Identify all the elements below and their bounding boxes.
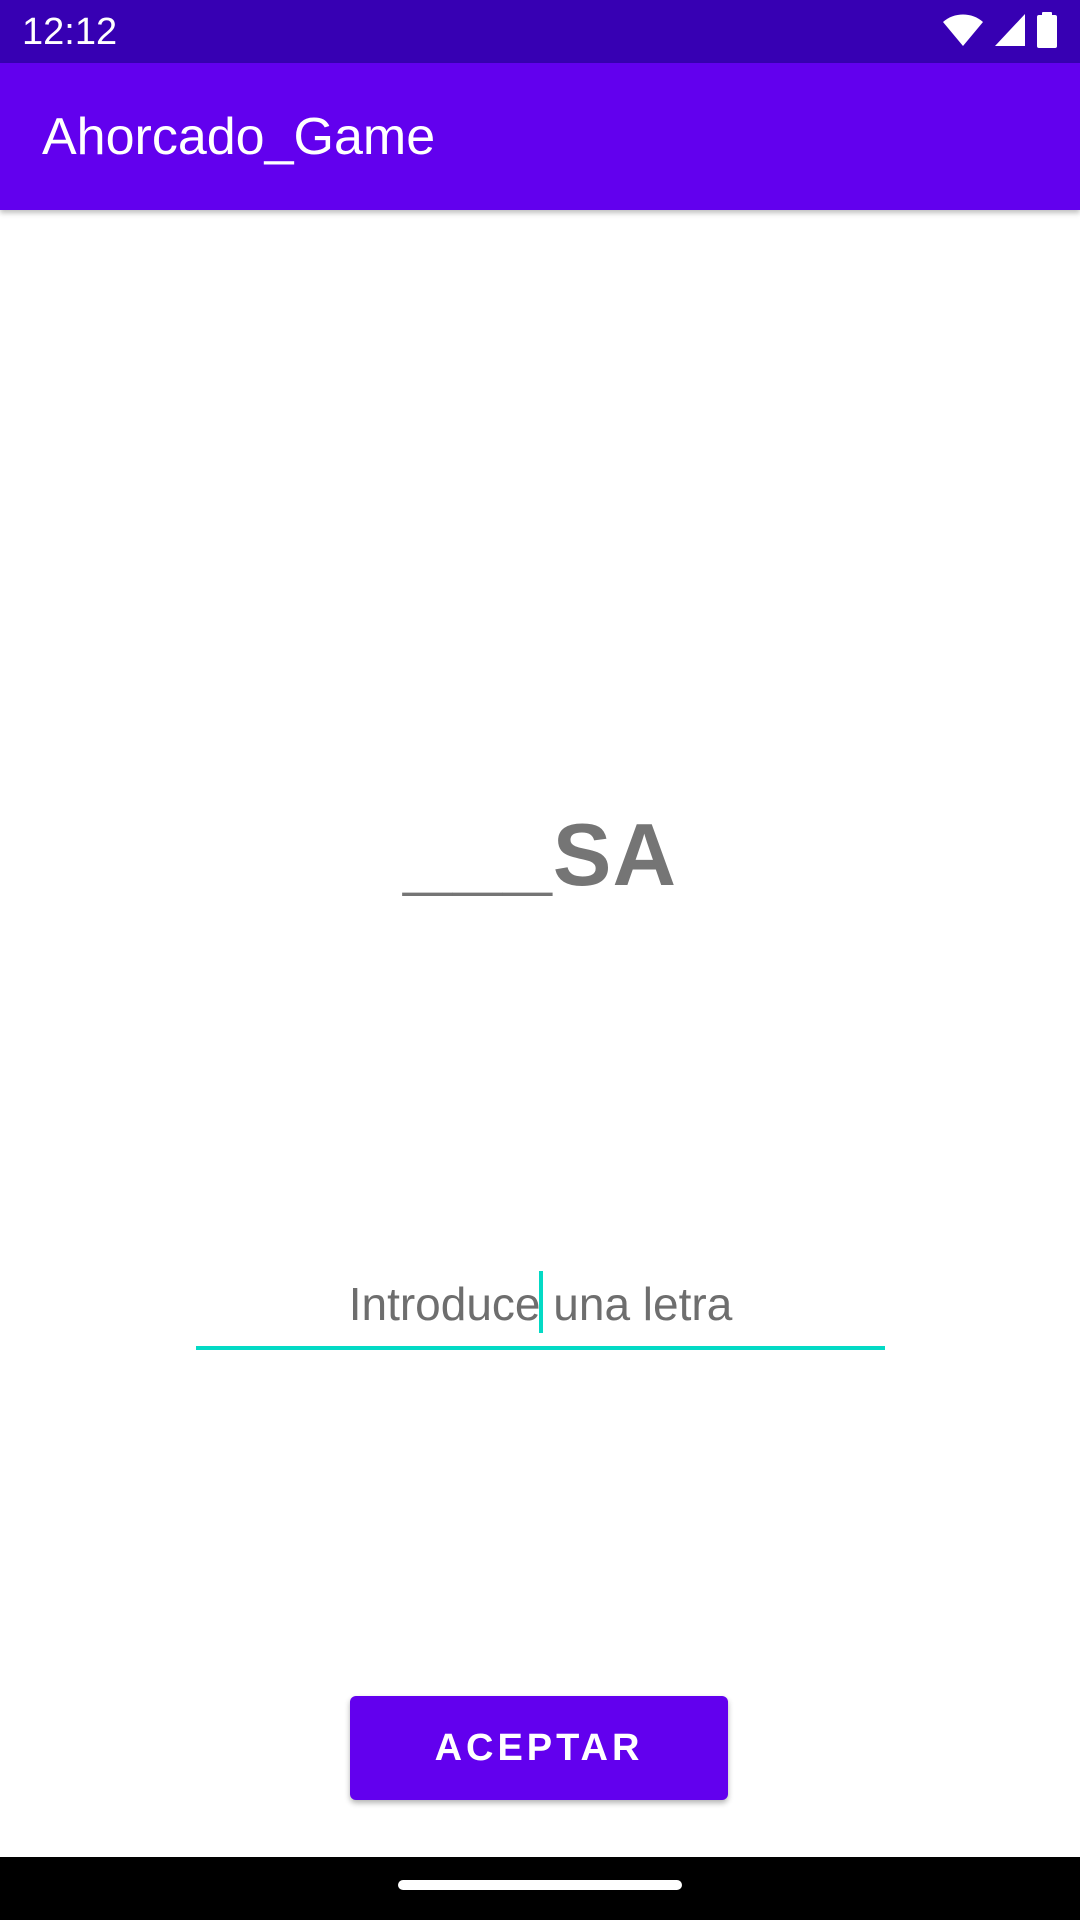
home-gesture-handle[interactable] — [398, 1880, 682, 1890]
status-bar: 12:12 — [0, 0, 1080, 63]
accept-button[interactable]: ACEPTAR — [350, 1696, 728, 1800]
navigation-bar — [0, 1857, 1080, 1920]
cellular-signal-icon — [994, 13, 1026, 52]
hidden-word-display: ___SA — [402, 805, 678, 904]
app-title: Ahorcado_Game — [42, 108, 436, 166]
wifi-icon — [942, 13, 984, 52]
status-icons — [942, 11, 1058, 53]
text-cursor — [539, 1271, 543, 1333]
app-bar: Ahorcado_Game — [0, 63, 1080, 210]
battery-icon — [1036, 11, 1058, 53]
status-time: 12:12 — [22, 11, 118, 53]
